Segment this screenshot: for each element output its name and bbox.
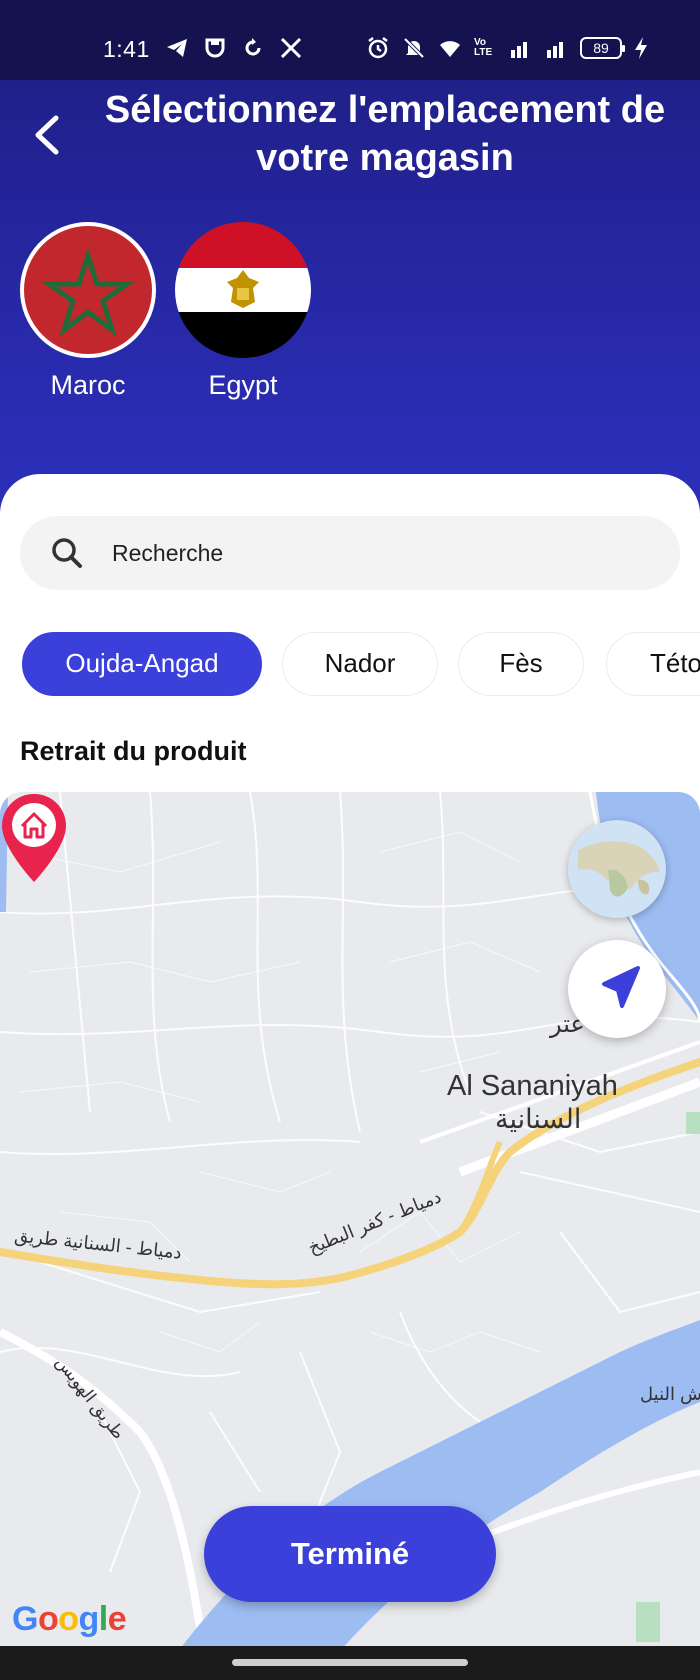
city-filter-chips: Oujda-Angad Nador Fès Této (22, 632, 700, 698)
charging-icon (635, 37, 647, 59)
store-location-pin-icon[interactable] (0, 792, 68, 884)
country-name: Egypt (208, 370, 278, 400)
map-label-town-arabic: السنانية (495, 1104, 582, 1134)
x-icon (280, 37, 302, 59)
chevron-left-icon (35, 115, 59, 155)
google-logo: Google (12, 1600, 127, 1638)
sync-icon (245, 38, 261, 56)
page-title: Sélectionnez l'emplacement de votre maga… (104, 89, 666, 179)
chip-tetouan[interactable]: Této (606, 632, 700, 696)
country-egypt[interactable]: Egypt (173, 222, 313, 401)
globe-icon (568, 820, 666, 918)
status-left-icons (165, 36, 303, 60)
search-icon (52, 538, 82, 568)
map-label-nile: ش النيل (640, 1384, 700, 1404)
back-button[interactable] (28, 110, 68, 160)
wifi-icon (440, 41, 460, 57)
signal-icon (547, 42, 563, 58)
navigation-arrow-icon (602, 966, 640, 1008)
country-maroc[interactable]: Maroc (18, 222, 158, 401)
store-selection-sheet: Oujda-Angad Nador Fès Této Retrait du pr… (0, 474, 700, 1680)
my-location-button[interactable] (568, 940, 666, 1038)
done-button[interactable]: Terminé (204, 1506, 496, 1602)
signal-icon (511, 42, 527, 58)
shield-app-icon (205, 38, 225, 58)
status-time: 1:41 (103, 36, 150, 62)
search-bar[interactable] (20, 516, 680, 590)
chip-oujda-angad[interactable]: Oujda-Angad (22, 632, 262, 696)
country-name: Maroc (50, 370, 126, 400)
mute-icon (403, 37, 425, 59)
app-screen: 1:41 Vo LTE 89 Sélectionnez l'emplacemen… (0, 0, 700, 1680)
egypt-flag-icon (175, 222, 311, 358)
telegram-icon (167, 39, 187, 57)
morocco-flag-icon (20, 222, 156, 358)
home-gesture-handle[interactable] (232, 1659, 468, 1666)
battery-indicator: 89 (580, 37, 625, 59)
map-type-globe-button[interactable] (568, 820, 666, 918)
battery-level: 89 (593, 40, 609, 56)
system-nav-bar (0, 1646, 700, 1680)
map-label-town: Al Sananiyah (447, 1070, 618, 1102)
chip-nador[interactable]: Nador (282, 632, 438, 696)
alarm-icon (368, 37, 388, 59)
status-bar: 1:41 Vo LTE 89 (0, 0, 700, 80)
chip-fes[interactable]: Fès (458, 632, 584, 696)
status-right-icons: Vo LTE 89 (366, 36, 648, 60)
search-input[interactable] (112, 528, 652, 578)
volte-icon: Vo LTE (474, 37, 493, 58)
section-title: Retrait du produit (20, 736, 247, 766)
